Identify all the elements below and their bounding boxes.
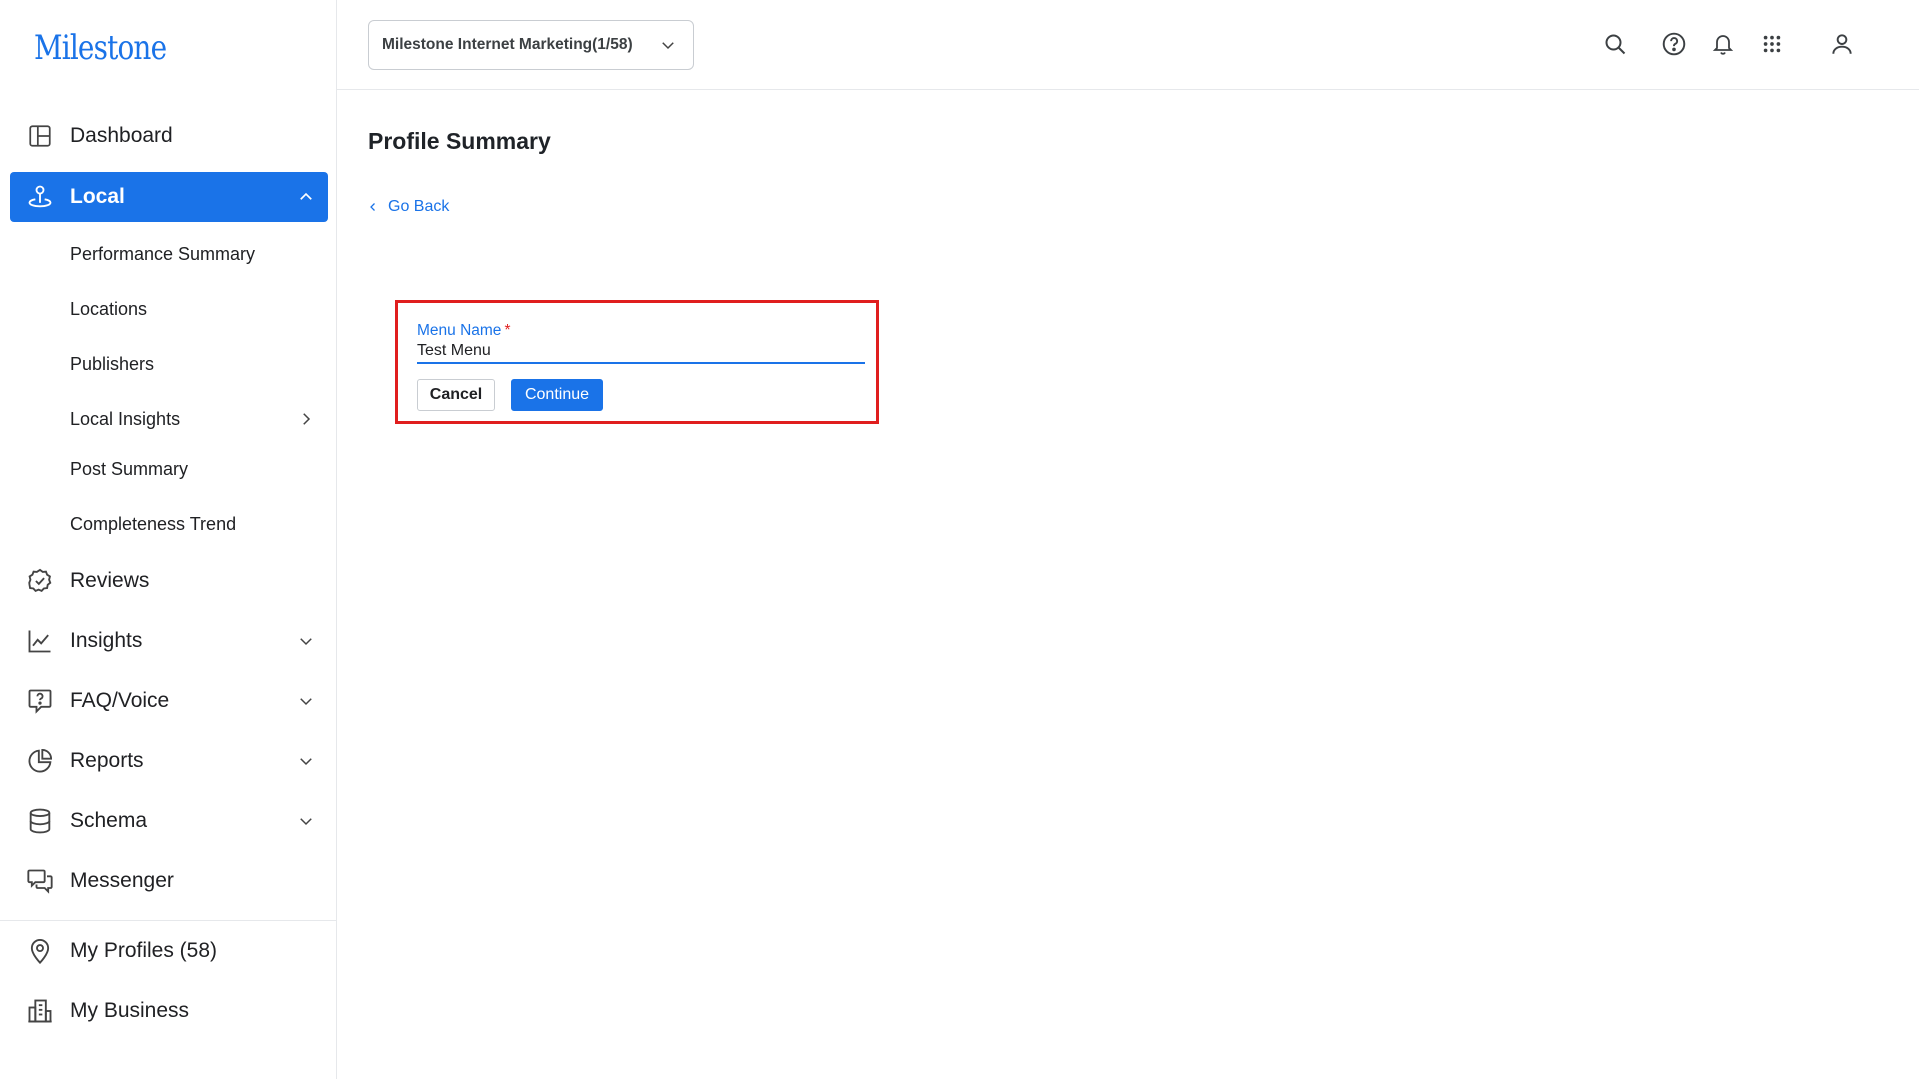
apps-grid-icon[interactable] <box>1758 30 1786 58</box>
menu-name-form: Menu Name* Cancel Continue <box>395 300 879 424</box>
building-icon <box>25 996 55 1026</box>
badge-check-icon <box>25 566 55 596</box>
top-header: Milestone Internet Marketing(1/58) <box>337 0 1919 90</box>
sidebar-item-label: Messenger <box>70 869 174 892</box>
go-back-label: Go Back <box>388 198 450 215</box>
sidebar-item-schema[interactable]: Schema <box>10 796 328 846</box>
go-back-link[interactable]: Go Back <box>366 198 449 216</box>
sidebar-item-insights[interactable]: Insights <box>10 616 328 666</box>
bell-icon[interactable] <box>1709 30 1737 58</box>
sidebar-subitem-performance-summary[interactable]: Performance Summary <box>70 236 328 272</box>
account-select[interactable]: Milestone Internet Marketing(1/58) <box>368 20 694 70</box>
location-pin-icon <box>25 182 55 212</box>
page-title: Profile Summary <box>368 128 551 154</box>
chevron-right-icon <box>294 407 318 431</box>
sidebar-item-label: My Business <box>70 999 190 1022</box>
sidebar-item-reports[interactable]: Reports <box>10 736 328 786</box>
sidebar-item-label: My Profiles (58) <box>70 939 218 962</box>
sidebar-subitem-label: Local Insights <box>70 408 181 429</box>
question-chat-icon <box>25 686 55 716</box>
sidebar-item-my-business[interactable]: My Business <box>10 986 328 1036</box>
sidebar-subitem-post-summary[interactable]: Post Summary <box>70 451 328 487</box>
menu-name-input[interactable] <box>417 340 865 364</box>
sidebar-item-label: Dashboard <box>70 124 173 147</box>
sidebar-subitem-local-insights[interactable]: Local Insights <box>70 401 328 437</box>
sidebar-item-faq-voice[interactable]: FAQ/Voice <box>10 676 328 726</box>
pie-chart-icon <box>25 746 55 776</box>
required-marker: * <box>504 322 511 339</box>
sidebar-item-label: Reviews <box>70 569 150 592</box>
line-chart-icon <box>25 626 55 656</box>
search-icon[interactable] <box>1601 30 1629 58</box>
sidebar-item-label: Local <box>70 185 125 208</box>
chevron-down-icon[interactable] <box>294 629 318 653</box>
user-icon[interactable] <box>1828 30 1856 58</box>
sidebar-subitem-locations[interactable]: Locations <box>70 291 328 327</box>
sidebar-item-messenger[interactable]: Messenger <box>10 856 328 906</box>
sidebar-item-dashboard[interactable]: Dashboard <box>10 111 328 161</box>
sidebar-subitem-publishers[interactable]: Publishers <box>70 346 328 382</box>
chevron-up-icon[interactable] <box>294 185 318 209</box>
menu-name-label-text: Menu Name <box>417 322 502 339</box>
sidebar-item-label: FAQ/Voice <box>70 689 170 712</box>
sidebar-item-label: Reports <box>70 749 144 772</box>
brand-logo[interactable]: Milestone <box>34 28 167 68</box>
chevron-down-icon[interactable] <box>294 809 318 833</box>
dashboard-layout-icon <box>25 121 55 151</box>
map-marker-icon <box>25 936 55 966</box>
sidebar-item-my-profiles[interactable]: My Profiles (58) <box>10 926 328 976</box>
sidebar-subitem-completeness-trend[interactable]: Completeness Trend <box>70 506 328 542</box>
sidebar-item-local[interactable]: Local <box>10 172 328 222</box>
account-select-value: Milestone Internet Marketing(1/58) <box>382 36 633 53</box>
chat-bubbles-icon <box>25 866 55 896</box>
sidebar-item-reviews[interactable]: Reviews <box>10 556 328 606</box>
chevron-down-icon[interactable] <box>294 749 318 773</box>
cancel-button[interactable]: Cancel <box>417 379 495 411</box>
sidebar-item-label: Schema <box>70 809 148 832</box>
menu-name-label: Menu Name * <box>417 322 510 340</box>
sidebar: Milestone Dashboard Local Performance Su… <box>0 0 337 1079</box>
chevron-down-icon <box>657 34 679 56</box>
chevron-left-icon <box>366 200 380 214</box>
help-icon[interactable] <box>1660 30 1688 58</box>
sidebar-item-label: Insights <box>70 629 143 652</box>
sidebar-divider <box>0 920 337 921</box>
chevron-down-icon[interactable] <box>294 689 318 713</box>
database-icon <box>25 806 55 836</box>
continue-button[interactable]: Continue <box>511 379 603 411</box>
